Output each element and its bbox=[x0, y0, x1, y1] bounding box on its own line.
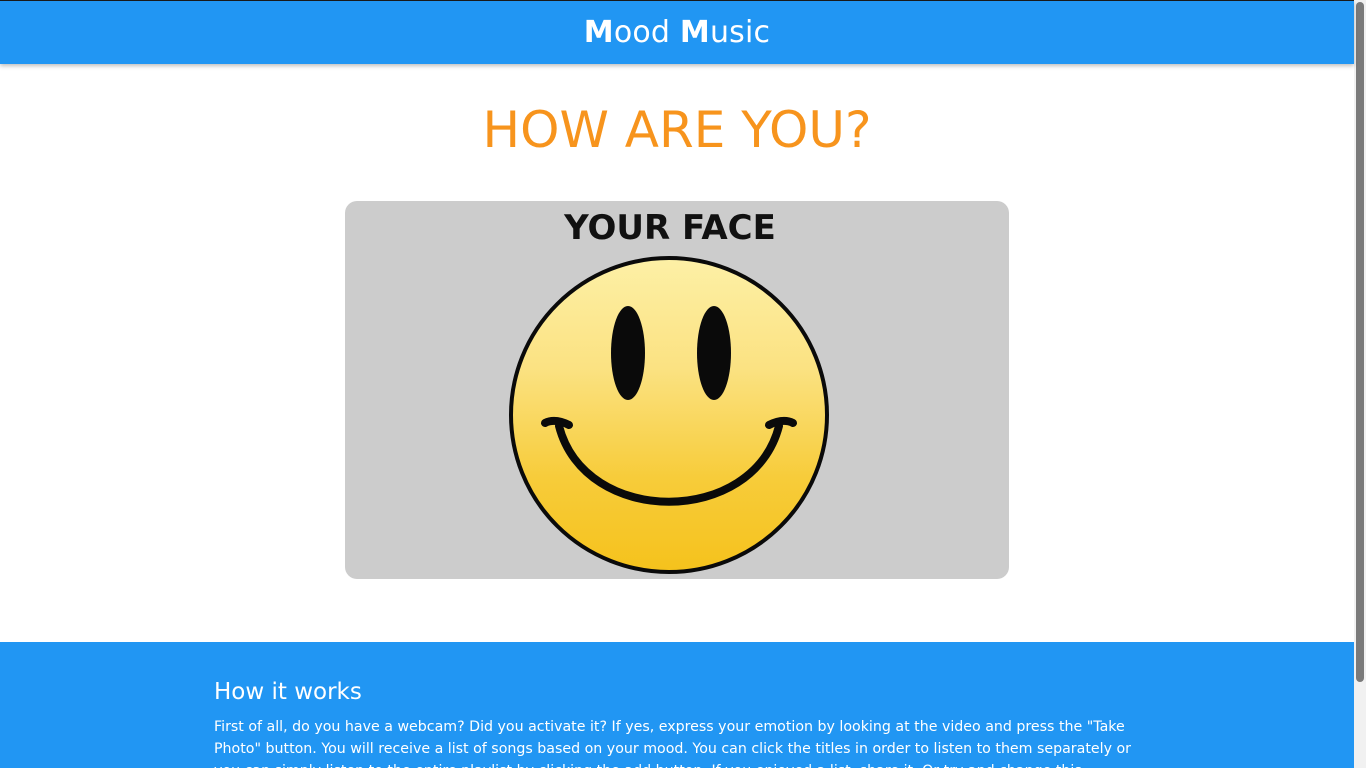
page-scrollbar[interactable] bbox=[1354, 0, 1366, 768]
brand-initial-m: M bbox=[583, 15, 614, 50]
brand-logo-link[interactable]: Mood Music bbox=[584, 15, 771, 50]
navbar: Mood Music bbox=[0, 1, 1354, 64]
face-card-title: YOUR FACE bbox=[564, 208, 776, 248]
smiley-face-icon bbox=[509, 256, 829, 574]
how-it-works-text: First of all, do you have a webcam? Did … bbox=[214, 719, 1131, 768]
smiley-face-disc bbox=[509, 256, 829, 574]
footer: How it works First of all, do you have a… bbox=[0, 642, 1354, 768]
smiley-mouth-right-dimple bbox=[765, 416, 797, 429]
brand-word-ood: ood bbox=[613, 15, 680, 50]
smiley-mouth-left-dimple bbox=[541, 416, 573, 429]
brand-initial-m-second: M bbox=[679, 15, 710, 50]
smiley-left-eye bbox=[611, 306, 645, 400]
brand-word-usic: usic bbox=[709, 15, 771, 50]
scrollbar-thumb[interactable] bbox=[1356, 2, 1364, 682]
how-it-works-title: How it works bbox=[214, 679, 362, 705]
page-headline: HOW ARE YOU? bbox=[482, 101, 872, 159]
how-it-works-section: How it works First of all, do you have a… bbox=[214, 676, 1154, 768]
smiley-right-eye bbox=[697, 306, 731, 400]
page: Mood Music HOW ARE YOU? YOUR FACE How it… bbox=[0, 0, 1366, 768]
